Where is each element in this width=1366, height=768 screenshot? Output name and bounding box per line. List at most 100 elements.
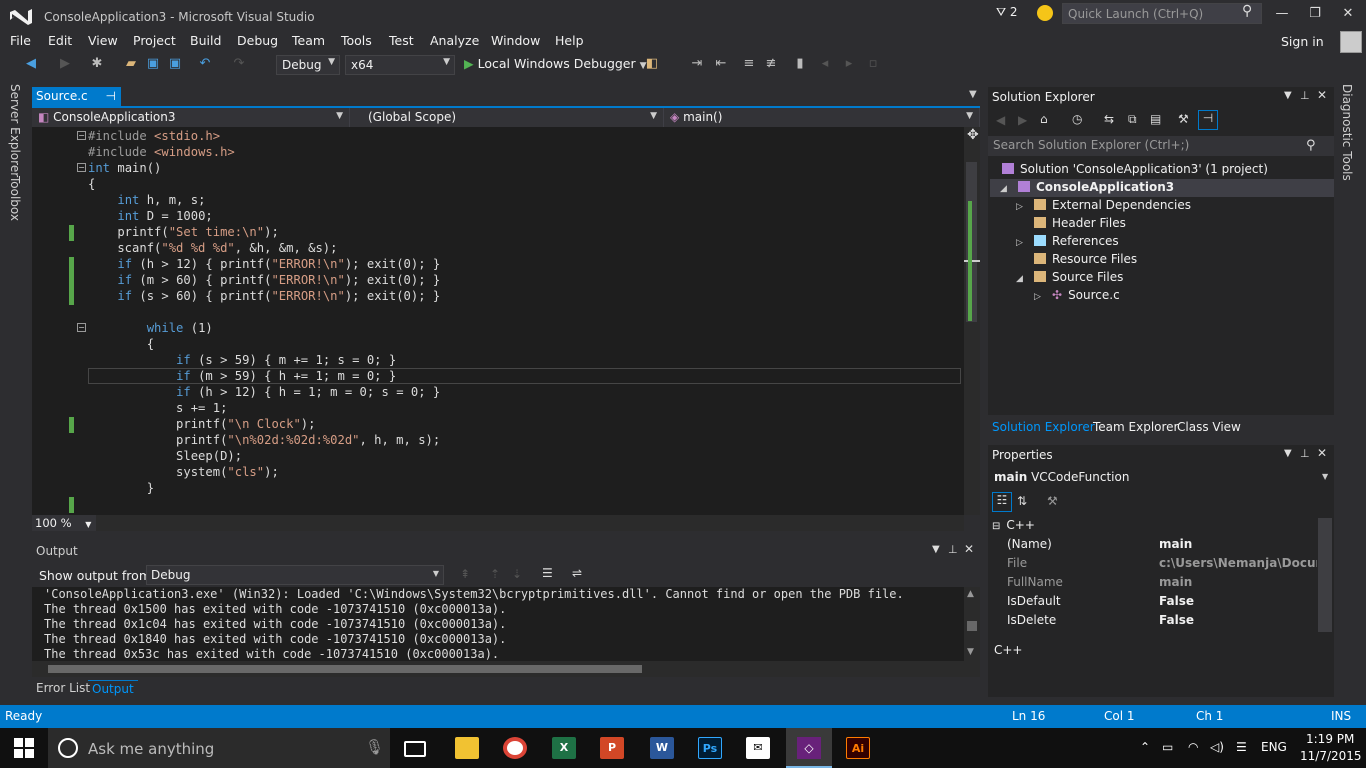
navigate-forward-icon[interactable]: ▶: [58, 57, 72, 71]
next-bookmark-icon[interactable]: ▸: [842, 57, 856, 71]
maximize-button[interactable]: ❐: [1305, 6, 1325, 21]
solution-search-input[interactable]: Search Solution Explorer (Ctrl+;): [988, 136, 1334, 156]
collapse-all-icon[interactable]: ⧉: [1128, 112, 1137, 127]
property-pages-icon[interactable]: ⚒: [1047, 494, 1058, 508]
battery-icon[interactable]: ▭: [1162, 740, 1173, 754]
open-file-icon[interactable]: ▰: [124, 57, 138, 71]
menu-build[interactable]: Build: [190, 33, 221, 48]
close-icon[interactable]: ✕: [1317, 88, 1327, 102]
photoshop-icon[interactable]: Ps: [698, 737, 722, 759]
toolbox-tab[interactable]: Toolbox: [8, 176, 22, 221]
split-icon[interactable]: ✥: [967, 127, 979, 143]
panel-options-icon[interactable]: ▼: [1284, 448, 1292, 459]
properties-scrollbar[interactable]: [1318, 518, 1332, 632]
tab-error-list[interactable]: Error List: [32, 680, 94, 699]
output-vertical-scrollbar[interactable]: ▲ ▼: [964, 587, 980, 661]
step-icon[interactable]: ⇥: [690, 57, 704, 71]
collapse-icon[interactable]: −: [77, 323, 86, 332]
excel-icon[interactable]: X: [552, 737, 576, 759]
clock-date[interactable]: 11/7/2015: [1300, 749, 1362, 763]
property-row[interactable]: (Name) main: [1004, 535, 1317, 554]
clock-time[interactable]: 1:19 PM: [1306, 732, 1354, 746]
scroll-up-icon[interactable]: ▲: [967, 589, 974, 599]
chevron-down-icon[interactable]: ▼: [1322, 472, 1328, 481]
word-wrap-icon[interactable]: ⇌: [572, 566, 582, 580]
properties-wrench-icon[interactable]: ⚒: [1178, 112, 1189, 126]
project-scope-dropdown[interactable]: ◧ ConsoleApplication3 ▼: [32, 108, 350, 127]
server-explorer-tab[interactable]: Server Explorer: [8, 84, 22, 177]
mail-icon[interactable]: ✉: [746, 737, 770, 759]
start-debugging-button[interactable]: ▶ Local Windows Debugger ▼: [464, 56, 647, 71]
member-dropdown[interactable]: ◈ main() ▼: [664, 108, 980, 127]
menu-debug[interactable]: Debug: [237, 33, 278, 48]
step-out-icon[interactable]: ⇤: [714, 57, 728, 71]
search-icon[interactable]: ⚲: [1306, 138, 1316, 153]
feedback-smiley-icon[interactable]: [1037, 5, 1053, 21]
show-all-files-icon[interactable]: ▤: [1150, 112, 1161, 126]
property-category[interactable]: ⊟ C++: [992, 518, 1035, 532]
panel-options-icon[interactable]: ▼: [932, 544, 940, 555]
pin-icon[interactable]: ⊥: [1300, 89, 1310, 102]
find-in-files-icon[interactable]: ◧: [645, 57, 659, 71]
save-all-icon[interactable]: ▣: [168, 57, 182, 71]
panel-options-icon[interactable]: ▼: [1284, 90, 1292, 101]
find-message-icon[interactable]: ⇞: [460, 567, 470, 581]
powerpoint-icon[interactable]: P: [600, 737, 624, 759]
visual-studio-taskbar-button[interactable]: ◇: [786, 728, 832, 768]
tree-item-source-files[interactable]: ◢ Source Files: [1016, 270, 1123, 284]
uncomment-icon[interactable]: ≢: [764, 57, 778, 71]
illustrator-icon[interactable]: Ai: [846, 737, 870, 759]
pin-icon[interactable]: ⊥: [948, 543, 958, 556]
language-indicator[interactable]: ENG: [1261, 740, 1287, 754]
navigate-back-icon[interactable]: ◀: [24, 57, 38, 71]
menu-file[interactable]: File: [10, 33, 31, 48]
pin-icon[interactable]: ⊥: [1300, 447, 1310, 460]
global-scope-dropdown[interactable]: (Global Scope) ▼: [350, 108, 664, 127]
volume-icon[interactable]: ◁): [1210, 740, 1224, 754]
tree-item-header-files[interactable]: Header Files: [1034, 216, 1126, 230]
action-center-icon[interactable]: ☰: [1236, 740, 1247, 754]
sign-in-link[interactable]: Sign in: [1281, 34, 1324, 49]
menu-analyze[interactable]: Analyze: [430, 33, 479, 48]
file-explorer-icon[interactable]: [455, 737, 479, 759]
output-source-dropdown[interactable]: Debug ▼: [146, 565, 444, 585]
tab-output[interactable]: Output: [88, 680, 138, 699]
property-row[interactable]: File c:\Users\Nemanja\Documen: [1004, 554, 1317, 573]
close-icon[interactable]: ✕: [1317, 446, 1327, 460]
show-hidden-icons-icon[interactable]: ⌃: [1140, 740, 1150, 754]
menu-project[interactable]: Project: [133, 33, 176, 48]
properties-object-selector[interactable]: main VCCodeFunction: [994, 470, 1129, 484]
sync-icon[interactable]: ⇆: [1104, 112, 1114, 126]
configuration-dropdown[interactable]: Debug ▼: [276, 55, 340, 75]
go-to-next-icon[interactable]: ⇣: [512, 567, 522, 581]
tab-list-dropdown-icon[interactable]: ▼: [969, 89, 977, 100]
pending-changes-icon[interactable]: ◷: [1072, 112, 1082, 126]
menu-tools[interactable]: Tools: [341, 33, 372, 48]
avatar[interactable]: [1340, 31, 1362, 53]
undo-icon[interactable]: ↶: [198, 57, 212, 71]
wifi-icon[interactable]: ◠: [1188, 740, 1198, 754]
tab-solution-explorer[interactable]: Solution Explorer: [992, 420, 1095, 434]
menu-team[interactable]: Team: [292, 33, 325, 48]
diagnostic-tools-tab[interactable]: Diagnostic Tools: [1340, 84, 1354, 181]
preview-selected-icon[interactable]: ⊣: [1198, 110, 1218, 130]
solution-node[interactable]: Solution 'ConsoleApplication3' (1 projec…: [1002, 162, 1268, 176]
editor-vertical-scrollbar[interactable]: ✥: [964, 127, 980, 515]
back-icon[interactable]: ◀: [996, 113, 1005, 127]
word-icon[interactable]: W: [650, 737, 674, 759]
notifications-flag[interactable]: ⛛ 2: [996, 5, 1018, 20]
start-windows-icon[interactable]: [14, 738, 34, 758]
forward-icon[interactable]: ▶: [1018, 113, 1027, 127]
quick-launch-input[interactable]: Quick Launch (Ctrl+Q): [1062, 3, 1262, 24]
platform-dropdown[interactable]: x64 ▼: [345, 55, 455, 75]
microphone-icon[interactable]: 🎙: [365, 738, 384, 756]
menu-window[interactable]: Window: [491, 33, 540, 48]
save-icon[interactable]: ▣: [146, 57, 160, 71]
tree-item-resource-files[interactable]: Resource Files: [1034, 252, 1137, 266]
clear-all-icon[interactable]: ☰: [542, 566, 553, 580]
prev-bookmark-icon[interactable]: ◂: [818, 57, 832, 71]
property-row[interactable]: FullName main: [1004, 573, 1317, 592]
menu-test[interactable]: Test: [389, 33, 414, 48]
property-row[interactable]: IsDefault False: [1004, 592, 1317, 611]
tree-item-references[interactable]: ▷ References: [1016, 234, 1119, 248]
